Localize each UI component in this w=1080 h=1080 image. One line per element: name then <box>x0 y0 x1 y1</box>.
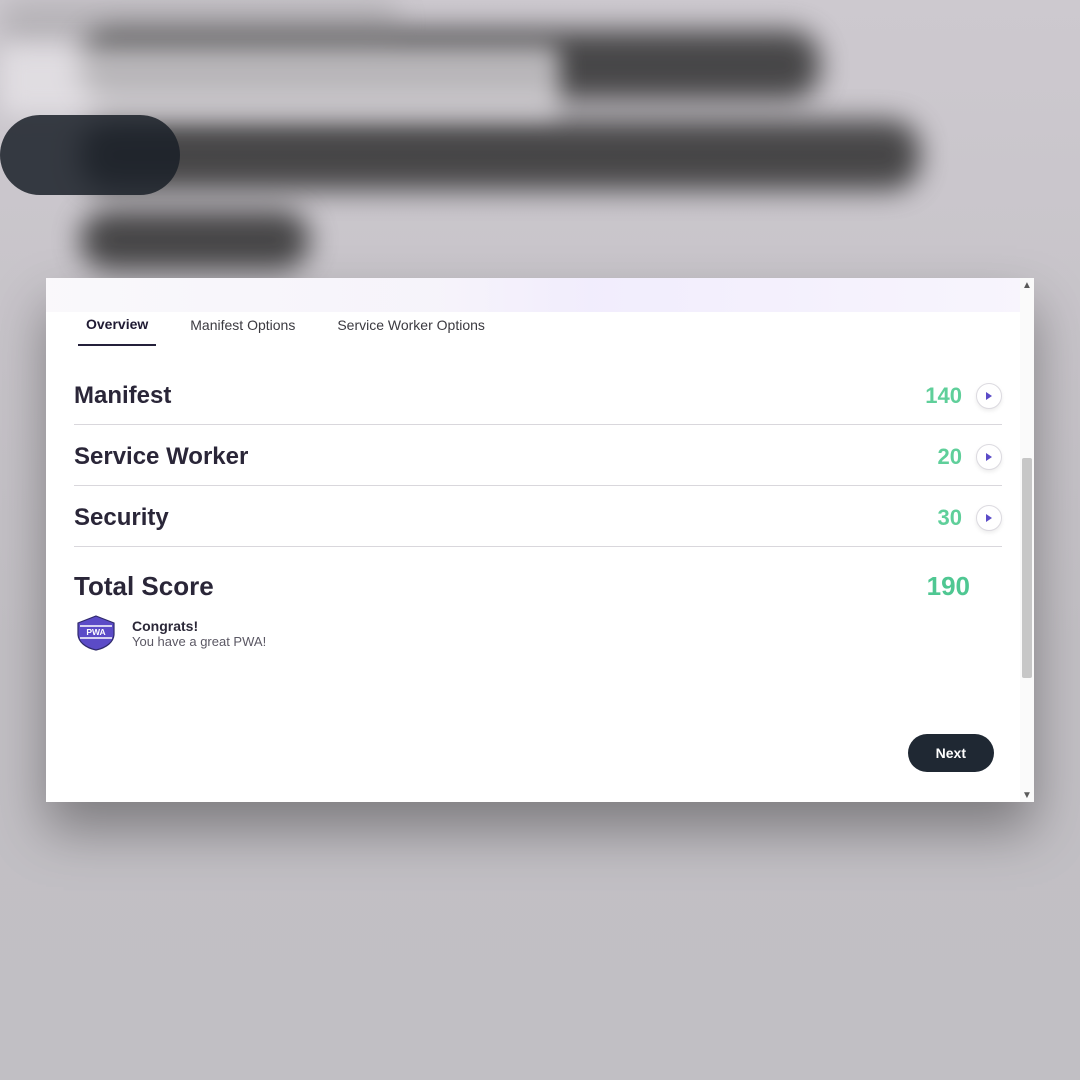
tab-manifest-options[interactable]: Manifest Options <box>182 311 303 345</box>
expand-button[interactable] <box>976 505 1002 531</box>
congrats-title: Congrats! <box>132 618 266 634</box>
scroll-thumb[interactable] <box>1022 458 1032 678</box>
tab-bar: Overview Manifest Options Service Worker… <box>46 278 1034 346</box>
expand-button[interactable] <box>976 444 1002 470</box>
row-score: 20 <box>938 444 962 470</box>
svg-text:PWA: PWA <box>86 627 105 637</box>
scrollbar[interactable]: ▲ ▼ <box>1020 278 1034 802</box>
row-score: 140 <box>925 383 962 409</box>
row-service-worker: Service Worker 20 <box>74 425 1002 486</box>
caret-right-icon <box>985 391 993 401</box>
row-total: Total Score 190 <box>74 547 1002 610</box>
congrats-text: Congrats! You have a great PWA! <box>132 618 266 649</box>
total-label: Total Score <box>74 571 927 602</box>
bg-input-field <box>0 45 560 115</box>
bg-button <box>0 115 180 195</box>
report-panel: Overview Manifest Options Service Worker… <box>46 278 1034 802</box>
row-manifest: Manifest 140 <box>74 364 1002 425</box>
row-security: Security 30 <box>74 486 1002 547</box>
congrats-block: PWA Congrats! You have a great PWA! <box>74 610 1002 652</box>
congrats-subtitle: You have a great PWA! <box>132 634 266 649</box>
total-score: 190 <box>927 571 970 602</box>
pwa-badge-icon: PWA <box>74 614 118 652</box>
bg-headline-line <box>80 120 920 190</box>
row-label: Service Worker <box>74 443 938 471</box>
panel-footer: Next <box>908 734 994 772</box>
panel-content: Manifest 140 Service Worker 20 Security … <box>46 346 1034 652</box>
row-label: Security <box>74 504 938 532</box>
bg-text-smudge <box>0 0 400 45</box>
expand-button[interactable] <box>976 383 1002 409</box>
row-label: Manifest <box>74 382 925 410</box>
caret-right-icon <box>985 452 993 462</box>
tab-service-worker-options[interactable]: Service Worker Options <box>329 311 493 345</box>
tab-overview[interactable]: Overview <box>78 310 156 346</box>
row-score: 30 <box>938 505 962 531</box>
scroll-down-icon[interactable]: ▼ <box>1020 788 1034 802</box>
bg-headline-line <box>80 210 310 270</box>
next-button[interactable]: Next <box>908 734 994 772</box>
caret-right-icon <box>985 513 993 523</box>
